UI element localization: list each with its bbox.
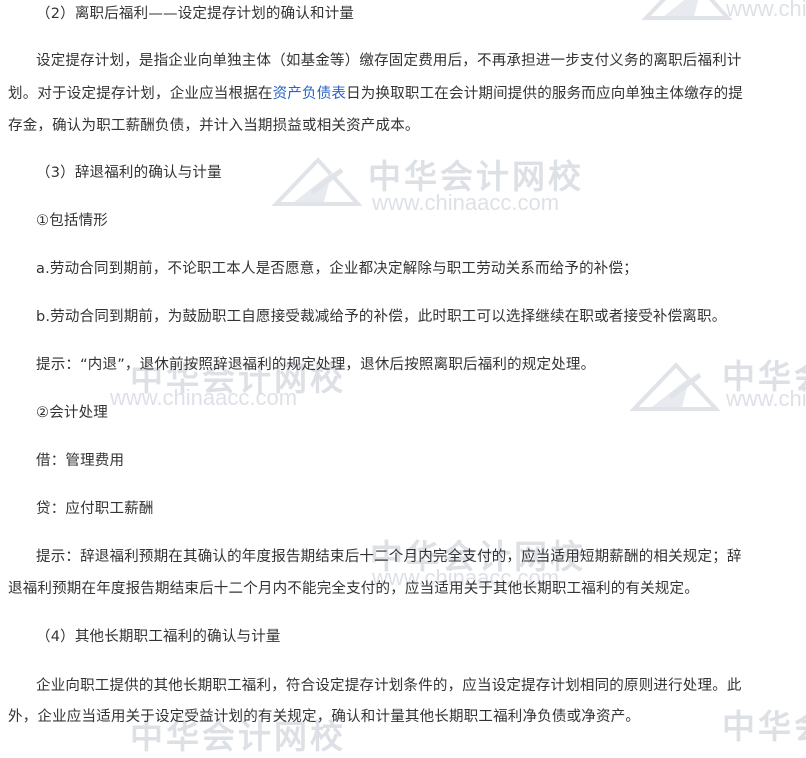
paragraph-text: 日为换取职工在会计期间提供的服务而应向单独主体缴存的提 xyxy=(346,86,744,102)
paragraph-line: 企业向职工提供的其他长期职工福利，符合设定提存计划条件的，应当设定提存计划相同的… xyxy=(36,678,742,694)
list-item-a: a.劳动合同到期前，不论职工本人是否愿意，企业都决定解除与职工劳动关系而给予的补… xyxy=(36,261,638,277)
paragraph-line: 存金，确认为职工薪酬负债，并计入当期损益或相关资产成本。 xyxy=(8,118,420,134)
paragraph-line: 退福利预期在年度报告期结束后十二个月内不能完全支付的，应当适用关于其他长期职工福… xyxy=(8,581,699,597)
section-heading-termination-benefits: （3）辞退福利的确认与计量 xyxy=(36,165,222,181)
paragraph-text: 划。对于设定提存计划，企业应当根据在 xyxy=(8,86,273,102)
section-heading-defined-contribution: （2）离职后福利——设定提存计划的确认和计量 xyxy=(36,6,355,22)
subheading-included-cases: ①包括情形 xyxy=(36,213,108,229)
note-termination-payment: 提示：辞退福利预期在其确认的年度报告期结束后十二个月内完全支付的，应当适用短期薪… xyxy=(36,549,742,565)
journal-debit-line: 借：管理费用 xyxy=(36,453,125,469)
paragraph-line: 设定提存计划，是指企业向单独主体（如基金等）缴存固定费用后，不再承担进一步支付义… xyxy=(36,53,742,69)
balance-sheet-link[interactable]: 资产负债表 xyxy=(273,86,347,102)
journal-credit-line: 贷：应付职工薪酬 xyxy=(36,501,154,517)
note-internal-retirement: 提示：“内退”，退休前按照辞退福利的规定处理，退休后按照离职后福利的规定处理。 xyxy=(36,357,596,373)
list-item-b: b.劳动合同到期前，为鼓励职工自愿接受裁减给予的补偿，此时职工可以选择继续在职或… xyxy=(36,309,727,325)
paragraph-line: 划。对于设定提存计划，企业应当根据在资产负债表日为换取职工在会计期间提供的服务而… xyxy=(8,84,804,104)
document-page: 中华会计网校 www.chinaacc.com 中华会 www.chi www.… xyxy=(0,0,806,756)
section-heading-other-long-term: （4）其他长期职工福利的确认与计量 xyxy=(36,629,281,645)
paragraph-line: 外，企业应当适用关于设定受益计划的有关规定，确认和计量其他长期职工福利净负债或净… xyxy=(8,709,641,725)
subheading-accounting-treatment: ②会计处理 xyxy=(36,405,108,421)
